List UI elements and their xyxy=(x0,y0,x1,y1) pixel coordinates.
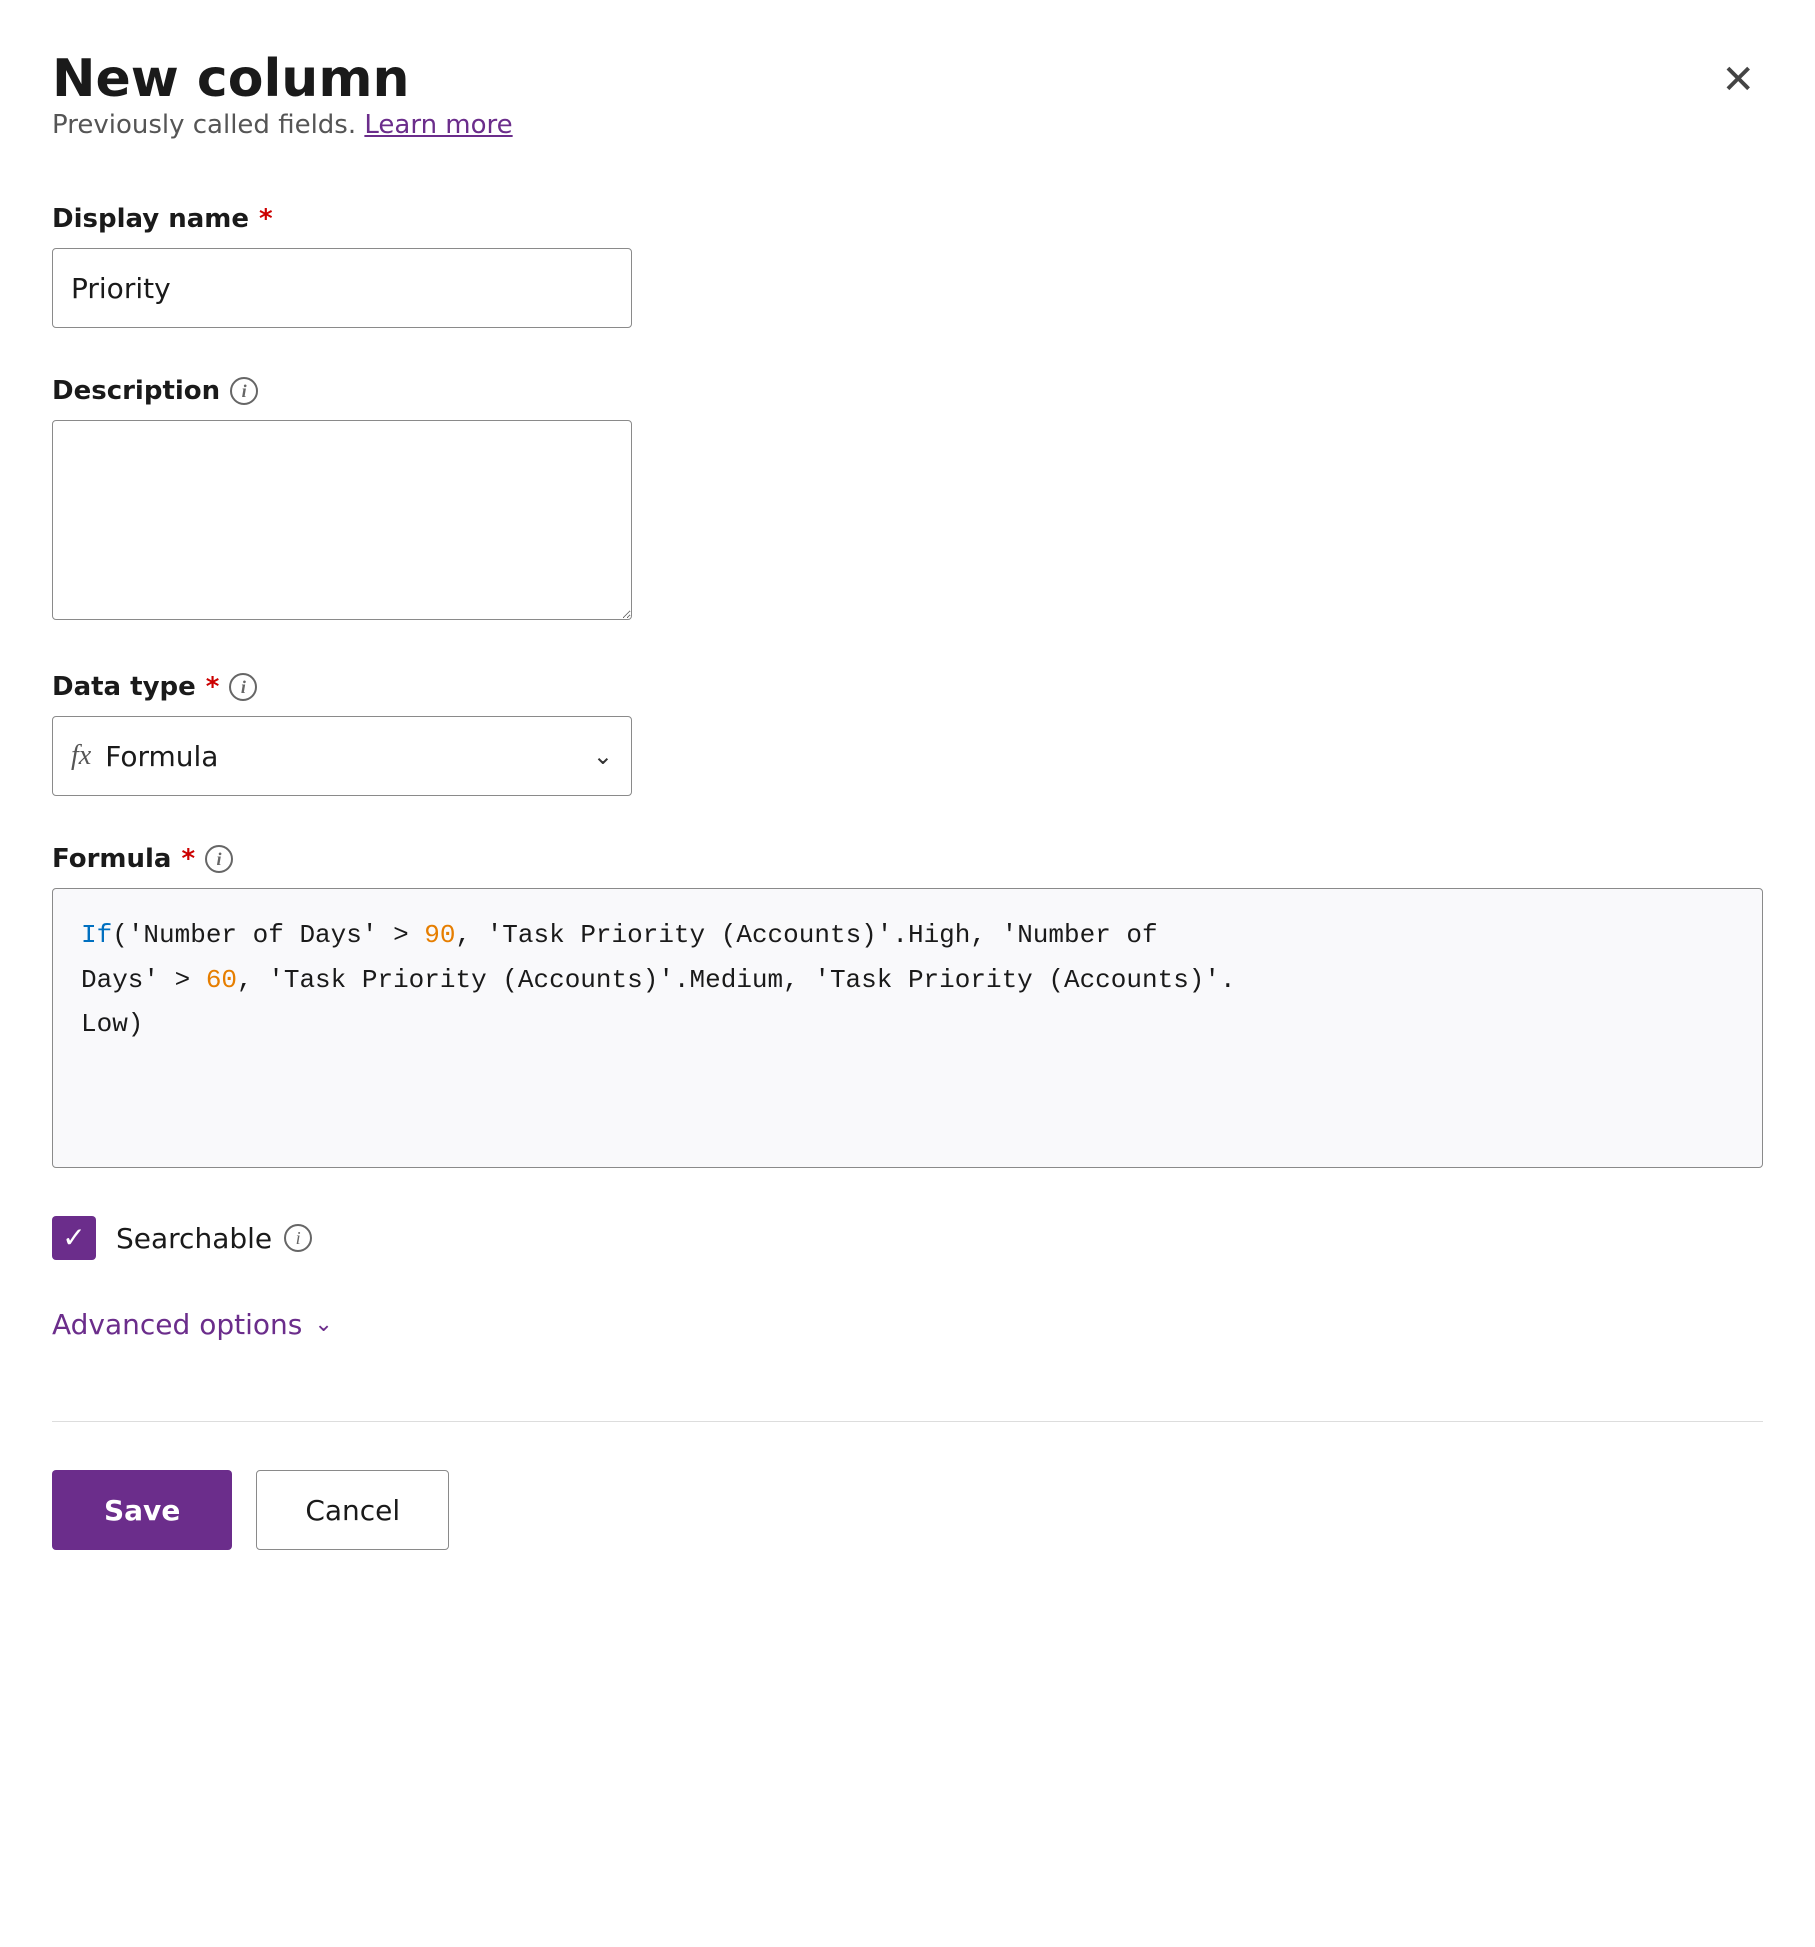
display-name-label: Display name * xyxy=(52,204,1763,234)
searchable-row: ✓ Searchable i xyxy=(52,1216,1763,1260)
data-type-info-icon[interactable]: i xyxy=(229,673,257,701)
check-icon: ✓ xyxy=(62,1224,85,1252)
button-row: Save Cancel xyxy=(52,1470,1763,1550)
description-label: Description i xyxy=(52,376,1763,406)
formula-if-keyword: If xyxy=(81,920,112,950)
required-asterisk: * xyxy=(259,204,273,234)
formula-label: Formula * i xyxy=(52,844,1763,874)
formula-group: Formula * i If('Number of Days' > 90, 'T… xyxy=(52,844,1763,1168)
data-type-group: Data type * i fx Formula ⌄ xyxy=(52,672,1763,796)
description-info-icon[interactable]: i xyxy=(230,377,258,405)
save-button[interactable]: Save xyxy=(52,1470,232,1550)
dialog-header: New column Previously called fields. Lea… xyxy=(52,48,1763,196)
display-name-input[interactable] xyxy=(52,248,632,328)
searchable-label: Searchable i xyxy=(116,1222,312,1255)
dialog-subtitle: Previously called fields. Learn more xyxy=(52,110,513,140)
fx-icon: fx xyxy=(71,740,91,772)
dialog-title-group: New column Previously called fields. Lea… xyxy=(52,48,513,196)
close-button[interactable]: ✕ xyxy=(1713,52,1763,108)
button-divider xyxy=(52,1421,1763,1422)
data-type-value: Formula xyxy=(105,740,593,773)
formula-required: * xyxy=(181,844,195,874)
advanced-options-label: Advanced options xyxy=(52,1308,302,1341)
description-input[interactable] xyxy=(52,420,632,620)
dialog-title: New column xyxy=(52,48,513,110)
data-type-label: Data type * i xyxy=(52,672,1763,702)
searchable-checkbox[interactable]: ✓ xyxy=(52,1216,96,1260)
formula-editor[interactable]: If('Number of Days' > 90, 'Task Priority… xyxy=(52,888,1763,1168)
new-column-dialog: New column Previously called fields. Lea… xyxy=(0,0,1815,1947)
cancel-button[interactable]: Cancel xyxy=(256,1470,449,1550)
learn-more-link[interactable]: Learn more xyxy=(364,110,512,140)
chevron-down-icon: ⌄ xyxy=(593,742,613,770)
advanced-options-chevron-icon: ⌄ xyxy=(314,1312,332,1337)
formula-info-icon[interactable]: i xyxy=(205,845,233,873)
data-type-select[interactable]: fx Formula ⌄ xyxy=(52,716,632,796)
data-type-required: * xyxy=(206,672,220,702)
display-name-group: Display name * xyxy=(52,204,1763,328)
advanced-options-row[interactable]: Advanced options ⌄ xyxy=(52,1308,1763,1341)
description-group: Description i xyxy=(52,376,1763,624)
searchable-info-icon[interactable]: i xyxy=(284,1224,312,1252)
